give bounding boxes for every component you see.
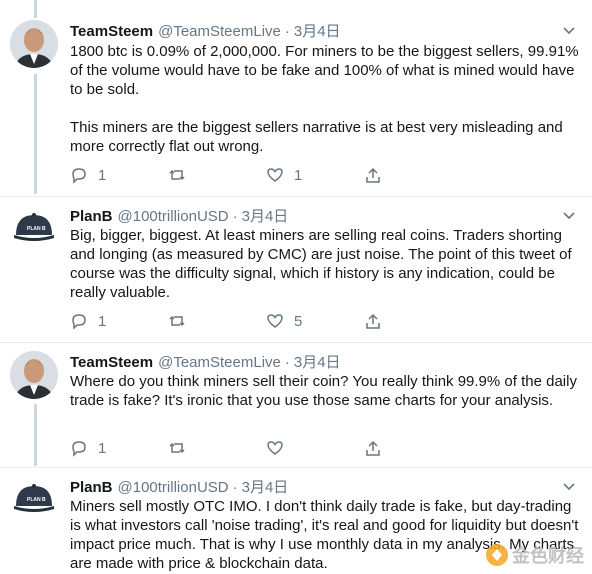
user-handle[interactable]: @TeamSteemLive: [158, 354, 281, 371]
user-handle[interactable]: @TeamSteemLive: [158, 23, 281, 40]
tweet-date[interactable]: 3月4日: [294, 20, 341, 41]
separator: ·: [284, 354, 290, 371]
action-bar: 1 1: [70, 164, 462, 186]
user-handle[interactable]: @100trillionUSD: [118, 208, 229, 225]
cap-label: PLAN B: [27, 497, 46, 503]
reply-count: 1: [98, 312, 107, 330]
avatar[interactable]: [10, 351, 58, 399]
share-icon: [366, 313, 380, 329]
tweet-paragraph: 1800 btc is 0.09% of 2,000,000. For mine…: [70, 43, 579, 98]
share-icon: [366, 167, 380, 183]
chevron-down-icon[interactable]: [562, 23, 576, 37]
reply-icon: [72, 168, 86, 184]
tweet-header: PlanB @100trillionUSD · 3月4日: [70, 476, 288, 496]
tweet-date[interactable]: 3月4日: [294, 351, 341, 372]
like-count: 1: [294, 166, 303, 184]
retweet-icon: [169, 442, 185, 454]
tweet-paragraph: This miners are the biggest sellers narr…: [70, 119, 563, 155]
retweet-button[interactable]: [168, 166, 266, 184]
retweet-icon: [169, 169, 185, 181]
avatar[interactable]: [10, 20, 58, 68]
heart-icon: [267, 441, 283, 455]
retweet-icon: [169, 315, 185, 327]
display-name[interactable]: TeamSteem: [70, 23, 153, 40]
cap-label: PLAN B: [27, 226, 46, 232]
share-icon: [366, 440, 380, 456]
user-photo-icon: [10, 351, 58, 399]
heart-icon: [267, 314, 283, 328]
action-bar: 1 5: [70, 310, 462, 332]
tweet-paragraph: Where do you think miners sell their coi…: [70, 373, 577, 409]
retweet-button[interactable]: [168, 439, 266, 457]
tweet-header: TeamSteem @TeamSteemLive · 3月4日: [70, 351, 341, 371]
user-handle[interactable]: @100trillionUSD: [118, 479, 229, 496]
reply-button[interactable]: 1: [70, 439, 168, 457]
jinse-logo-icon: [486, 544, 508, 566]
reply-count: 1: [98, 166, 107, 184]
heart-icon: [267, 168, 283, 182]
share-button[interactable]: [364, 439, 462, 457]
avatar[interactable]: PLAN B: [10, 205, 58, 253]
chevron-down-icon[interactable]: [562, 479, 576, 493]
user-photo-icon: [10, 20, 58, 68]
action-bar: 1: [70, 437, 462, 459]
display-name[interactable]: TeamSteem: [70, 354, 153, 371]
reply-button[interactable]: 1: [70, 312, 168, 330]
like-button[interactable]: 5: [266, 312, 364, 330]
tweet[interactable]: PLAN B PlanB @100trillionUSD · 3月4日 Big,…: [0, 197, 592, 343]
display-name[interactable]: PlanB: [70, 208, 113, 225]
separator: ·: [232, 479, 238, 496]
tweet-date[interactable]: 3月4日: [242, 205, 289, 226]
reply-button[interactable]: 1: [70, 166, 168, 184]
planb-cap-icon: PLAN B: [10, 205, 58, 253]
tweet-text: 1800 btc is 0.09% of 2,000,000. For mine…: [70, 42, 582, 156]
like-count: 5: [294, 312, 303, 330]
reply-icon: [72, 441, 86, 457]
share-button[interactable]: [364, 312, 462, 330]
tweet-date[interactable]: 3月4日: [242, 476, 289, 497]
like-button[interactable]: [266, 439, 364, 457]
display-name[interactable]: PlanB: [70, 479, 113, 496]
tweet[interactable]: TeamSteem @TeamSteemLive · 3月4日 1800 btc…: [0, 0, 592, 196]
tweet-paragraph: Big, bigger, biggest. At least miners ar…: [70, 227, 572, 301]
share-button[interactable]: [364, 166, 462, 184]
tweet-header: PlanB @100trillionUSD · 3月4日: [70, 205, 288, 225]
tweet-text: Where do you think miners sell their coi…: [70, 372, 582, 410]
chevron-down-icon[interactable]: [562, 208, 576, 222]
separator: ·: [232, 208, 238, 225]
tweet-text: Big, bigger, biggest. At least miners ar…: [70, 226, 582, 302]
tweet-header: TeamSteem @TeamSteemLive · 3月4日: [70, 20, 341, 40]
watermark-text: 金色财经: [512, 546, 584, 566]
watermark: 金色财经: [486, 542, 584, 568]
reply-count: 1: [98, 439, 107, 457]
avatar[interactable]: PLAN B: [10, 476, 58, 524]
like-button[interactable]: 1: [266, 166, 364, 184]
reply-icon: [72, 314, 86, 330]
planb-cap-icon: PLAN B: [10, 476, 58, 524]
tweet[interactable]: TeamSteem @TeamSteemLive · 3月4日 Where do…: [0, 343, 592, 467]
separator: ·: [284, 23, 290, 40]
retweet-button[interactable]: [168, 312, 266, 330]
